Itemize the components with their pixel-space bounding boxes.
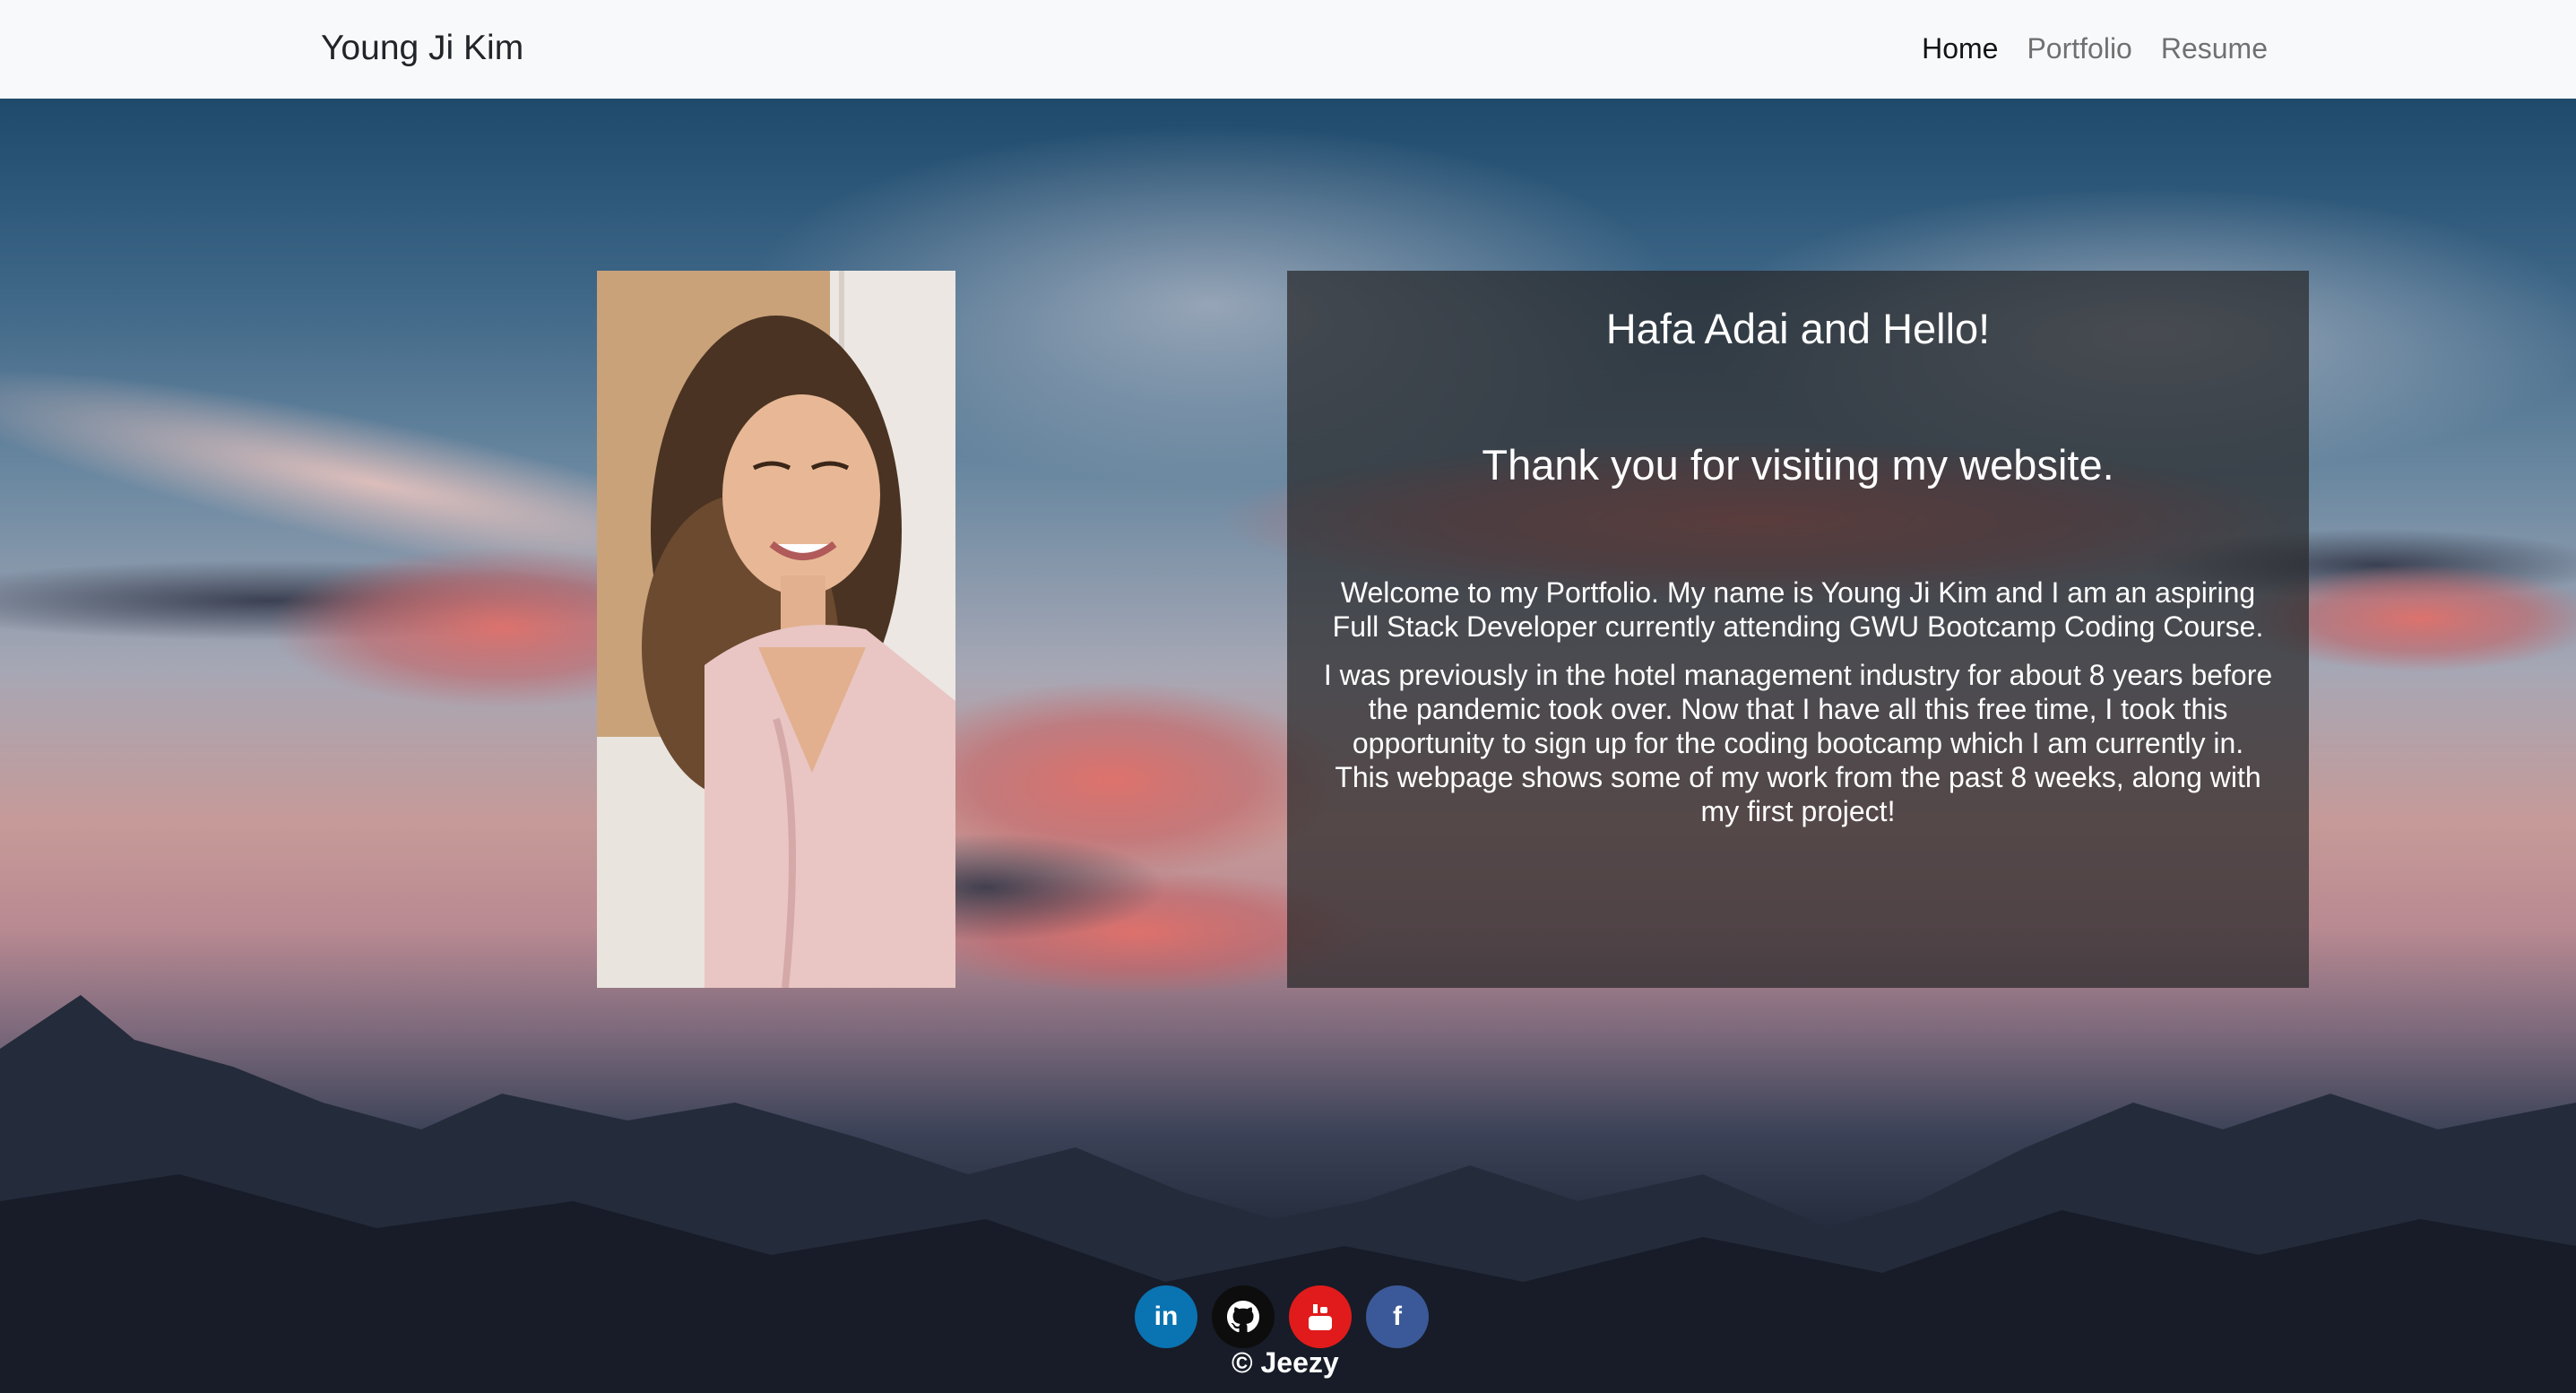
intro-card: Hafa Adai and Hello! Thank you for visit… bbox=[1287, 271, 2309, 988]
facebook-icon[interactable]: f bbox=[1366, 1285, 1429, 1348]
youtube-icon[interactable] bbox=[1289, 1285, 1352, 1348]
github-icon[interactable] bbox=[1212, 1285, 1275, 1348]
facebook-glyph: f bbox=[1393, 1302, 1402, 1331]
nav-portfolio-link[interactable]: Portfolio bbox=[2027, 27, 2131, 70]
profile-photo bbox=[597, 271, 955, 988]
brand-link[interactable]: Young Ji Kim bbox=[321, 25, 523, 72]
nav-links: Home Portfolio Resume bbox=[1922, 27, 2268, 70]
nav-resume-link[interactable]: Resume bbox=[2161, 27, 2268, 70]
copyright-label: © Jeezy bbox=[1232, 1346, 1339, 1379]
thanks-heading: Thank you for visiting my website. bbox=[1482, 441, 2114, 489]
linkedin-glyph: in bbox=[1154, 1302, 1179, 1331]
youtube-logo-icon bbox=[1309, 1304, 1332, 1330]
linkedin-icon[interactable]: in bbox=[1135, 1285, 1197, 1348]
github-logo-icon bbox=[1227, 1301, 1259, 1333]
intro-paragraph-1: Welcome to my Portfolio. My name is Youn… bbox=[1332, 576, 2264, 643]
profile-photo-illustration bbox=[597, 271, 955, 988]
social-links: in f bbox=[1135, 1285, 1429, 1348]
intro-paragraph-2: I was previously in the hotel management… bbox=[1323, 659, 2273, 827]
navbar: Young Ji Kim Home Portfolio Resume bbox=[0, 0, 2576, 99]
greeting-heading: Hafa Adai and Hello! bbox=[1605, 305, 1991, 352]
nav-home-link[interactable]: Home bbox=[1922, 27, 1998, 70]
